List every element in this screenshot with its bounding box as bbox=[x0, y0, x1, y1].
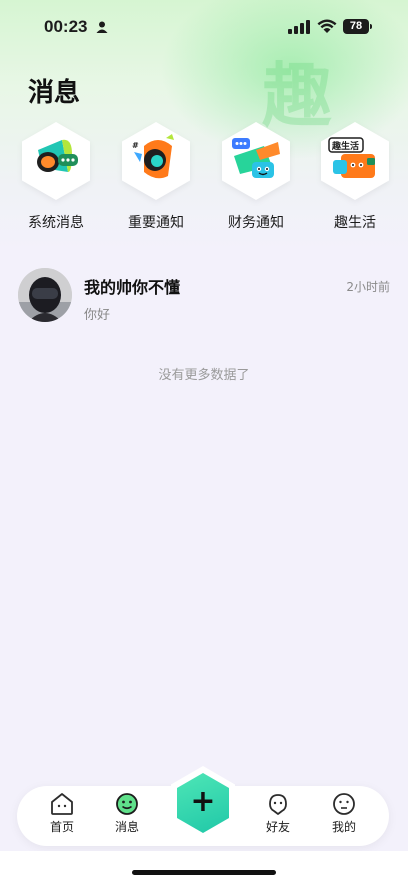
page-title: 消息 bbox=[28, 78, 81, 108]
megaphone-icon bbox=[37, 139, 78, 172]
wifi-icon bbox=[317, 19, 337, 33]
conversation-item[interactable]: 我的帅你不懂 你好 2小时前 bbox=[18, 268, 392, 328]
category-label: 系统消息 bbox=[28, 215, 84, 231]
tab-friends[interactable]: 好友 bbox=[253, 792, 303, 835]
profile-face-icon bbox=[333, 793, 355, 815]
person-icon bbox=[96, 21, 108, 33]
category-system-messages[interactable]: 系统消息 bbox=[11, 122, 101, 232]
category-fun-life[interactable]: 趣生活 趣生活 bbox=[310, 122, 400, 232]
category-label: 趣生活 bbox=[334, 215, 376, 231]
conversation-name: 我的帅你不懂 bbox=[84, 278, 181, 297]
plus-icon: + bbox=[190, 784, 216, 819]
category-label: 财务通知 bbox=[228, 215, 284, 231]
home-indicator[interactable] bbox=[132, 870, 276, 875]
battery-indicator: 78 bbox=[343, 19, 369, 34]
category-label: 重要通知 bbox=[128, 215, 184, 231]
category-important-notices[interactable]: # 重要通知 bbox=[111, 122, 201, 232]
tab-label: 好友 bbox=[265, 820, 290, 834]
finance-chat-icon bbox=[232, 138, 280, 178]
alert-megaphone-icon: # bbox=[132, 134, 174, 179]
fun-life-badge: 趣生活 bbox=[331, 140, 359, 152]
list-end-hint: 没有更多数据了 bbox=[158, 368, 250, 383]
friends-icon bbox=[269, 794, 287, 815]
conversation-preview: 你好 bbox=[84, 308, 111, 323]
tab-mine[interactable]: 我的 bbox=[319, 792, 369, 835]
signal-icon bbox=[288, 20, 310, 34]
category-finance-notices[interactable]: 财务通知 bbox=[211, 122, 301, 232]
avatar bbox=[18, 268, 72, 322]
tab-label: 我的 bbox=[331, 820, 356, 834]
battery-tip bbox=[370, 24, 372, 29]
home-icon bbox=[51, 793, 73, 815]
tab-label: 首页 bbox=[49, 820, 74, 834]
svg-text:#: # bbox=[132, 141, 139, 150]
status-time: 00:23 bbox=[44, 17, 88, 36]
status-bar: 00:23 78 bbox=[0, 0, 408, 54]
message-smile-icon bbox=[116, 793, 138, 815]
tab-messages[interactable]: 消息 bbox=[102, 792, 152, 835]
conversation-time: 2小时前 bbox=[346, 280, 390, 294]
tab-home[interactable]: 首页 bbox=[37, 792, 87, 835]
tab-label: 消息 bbox=[114, 820, 139, 834]
home-bar bbox=[0, 851, 408, 883]
fun-life-icon: 趣生活 bbox=[328, 137, 375, 178]
